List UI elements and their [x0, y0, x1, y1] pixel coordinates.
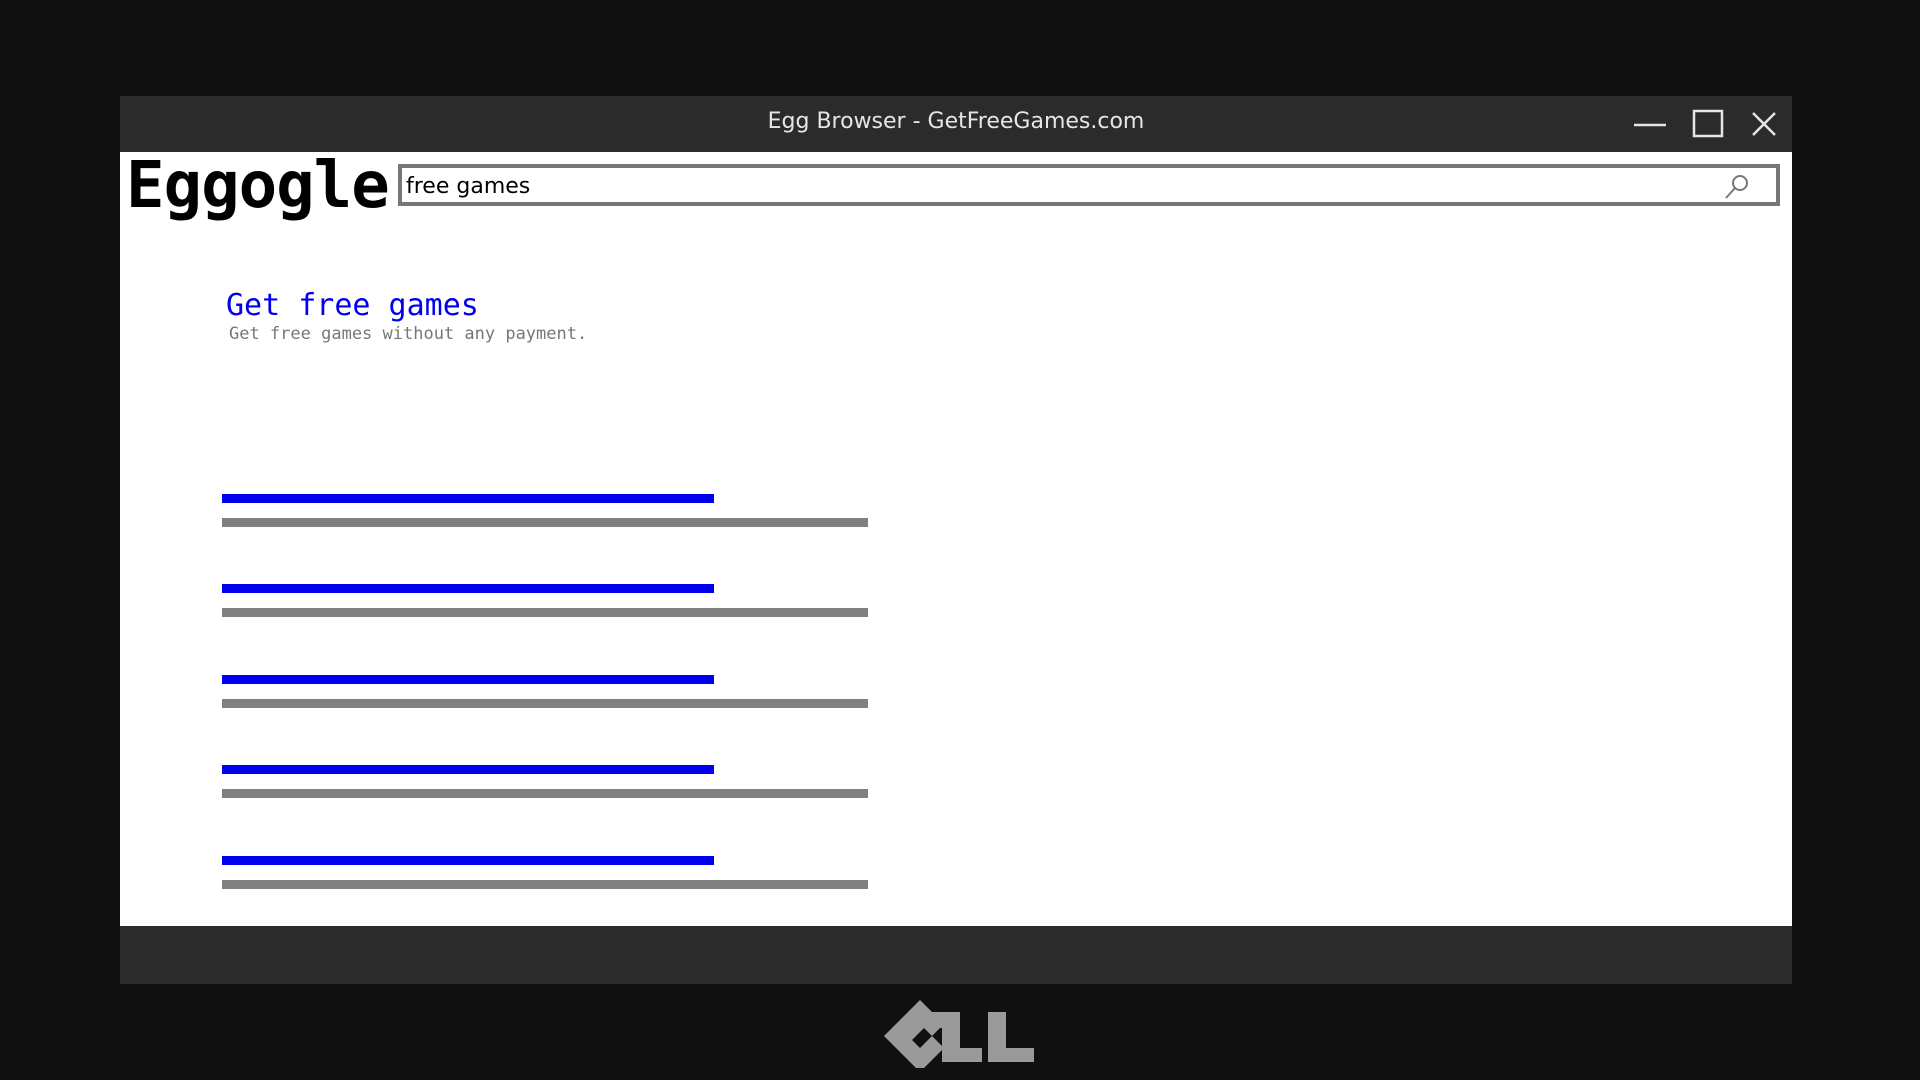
placeholder-result-link[interactable] — [222, 856, 714, 865]
placeholder-result-text — [222, 789, 868, 798]
search-icon[interactable] — [1722, 172, 1752, 202]
placeholder-result — [222, 675, 868, 715]
placeholder-result — [222, 856, 868, 896]
maximize-icon — [1692, 109, 1724, 138]
close-icon — [1752, 112, 1776, 136]
placeholder-result-link[interactable] — [222, 584, 714, 593]
search-box[interactable] — [398, 164, 1780, 206]
placeholder-result — [222, 584, 868, 624]
title-bar[interactable]: Egg Browser - GetFreeGames.com — [120, 96, 1792, 152]
browser-window: Egg Browser - GetFreeGames.com Eggogle f… — [120, 96, 1792, 984]
placeholder-result-text — [222, 699, 868, 708]
search-result-title-link[interactable]: Get free games — [226, 288, 479, 323]
placeholder-result-link[interactable] — [222, 765, 714, 774]
minimize-icon — [1634, 123, 1666, 127]
placeholder-result-link[interactable] — [222, 675, 714, 684]
placeholder-result-text — [222, 880, 868, 889]
placeholder-result-link[interactable] — [222, 494, 714, 503]
ell-logo-icon — [882, 998, 1038, 1068]
window-title: Egg Browser - GetFreeGames.com — [767, 109, 1145, 134]
search-result-description: Get free games without any payment. — [229, 324, 588, 344]
placeholder-result-text — [222, 518, 868, 527]
minimize-button[interactable] — [1628, 104, 1672, 144]
placeholder-result — [222, 765, 868, 805]
search-engine-logo[interactable]: Eggogle — [126, 152, 390, 220]
status-bar — [120, 926, 1792, 984]
close-button[interactable] — [1742, 104, 1786, 144]
placeholder-result-text — [222, 608, 868, 617]
page-content: Eggogle Get free games Get free games wi… — [120, 152, 1792, 926]
search-input[interactable] — [406, 170, 1706, 202]
placeholder-result — [222, 494, 868, 534]
maximize-button[interactable] — [1686, 104, 1730, 144]
